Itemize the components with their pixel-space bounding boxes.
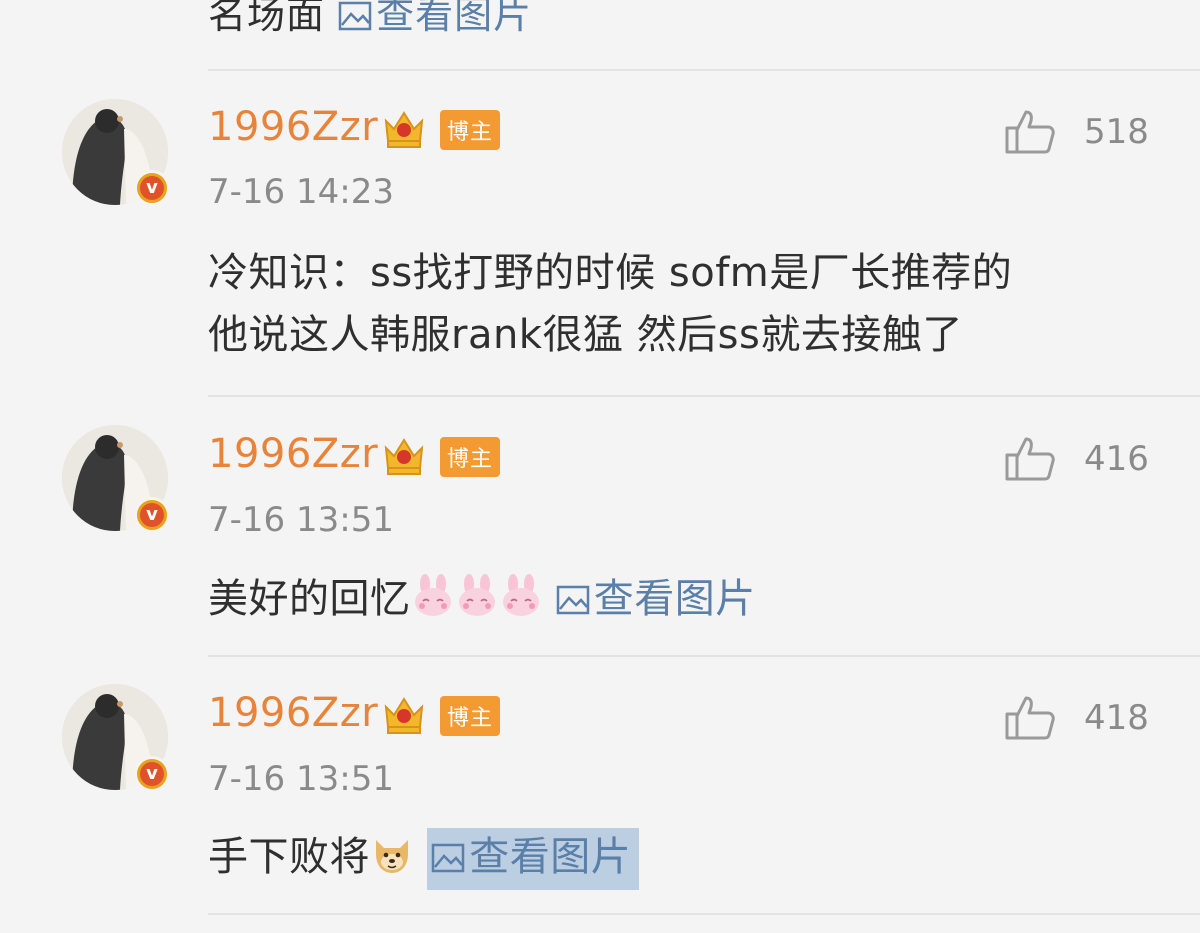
like-count: 416 <box>1084 439 1149 479</box>
comment-text: 美好的回忆 查看图片 <box>208 568 756 630</box>
divider <box>208 69 1200 71</box>
view-image-label: 查看图片 <box>469 834 632 880</box>
image-icon <box>431 843 465 873</box>
username[interactable]: 1996Zzr <box>208 104 378 150</box>
bunny-emoji-icon <box>499 574 543 618</box>
thumbs-up-icon[interactable] <box>1004 108 1056 156</box>
comment-feed: 名场面 查看图片 v 1996Zzr 博主 7-16 14:23 518 冷知识… <box>0 0 1200 933</box>
crown-icon <box>380 430 428 478</box>
verified-badge: v <box>134 756 170 792</box>
divider <box>208 913 1200 915</box>
author-badge: 博主 <box>440 437 500 477</box>
username[interactable]: 1996Zzr <box>208 431 378 477</box>
thumbs-up-icon[interactable] <box>1004 435 1056 483</box>
view-image-label: 查看图片 <box>376 0 533 37</box>
view-image-link[interactable]: 查看图片 <box>338 0 532 37</box>
thumbs-up-icon[interactable] <box>1004 694 1056 742</box>
comment-line: 冷知识：ss找打野的时候 sofm是厂长推荐的 <box>208 250 1013 296</box>
comment-text: 冷知识：ss找打野的时候 sofm是厂长推荐的 他说这人韩服rank很猛 然后s… <box>208 242 1012 366</box>
divider <box>208 395 1200 397</box>
crown-icon <box>380 689 428 737</box>
comment-text: 手下败将 查看图片 <box>208 826 640 890</box>
timestamp: 7-16 13:51 <box>208 500 394 540</box>
view-image-label: 查看图片 <box>593 576 756 622</box>
image-icon <box>338 1 372 31</box>
comment-body: 美好的回忆 <box>208 576 411 622</box>
doge-emoji-icon <box>370 832 414 876</box>
divider <box>208 655 1200 657</box>
author-badge: 博主 <box>440 110 500 150</box>
like-count: 418 <box>1084 698 1149 738</box>
partial-comment-body: 名场面 <box>208 0 326 37</box>
verified-badge: v <box>134 170 170 206</box>
timestamp: 7-16 14:23 <box>208 172 394 212</box>
view-image-link[interactable]: 查看图片 <box>556 576 756 622</box>
author-badge: 博主 <box>440 696 500 736</box>
verified-badge: v <box>134 497 170 533</box>
view-image-link[interactable]: 查看图片 <box>427 828 640 890</box>
bunny-emoji-icon <box>455 574 499 618</box>
bunny-emoji-icon <box>411 574 455 618</box>
username[interactable]: 1996Zzr <box>208 690 378 736</box>
comment-body: 手下败将 <box>208 834 370 880</box>
comment-line: 他说这人韩服rank很猛 然后ss就去接触了 <box>208 312 963 358</box>
image-icon <box>556 585 590 615</box>
partial-comment-text: 名场面 查看图片 <box>208 0 532 39</box>
crown-icon <box>380 103 428 151</box>
like-count: 518 <box>1084 112 1149 152</box>
timestamp: 7-16 13:51 <box>208 759 394 799</box>
